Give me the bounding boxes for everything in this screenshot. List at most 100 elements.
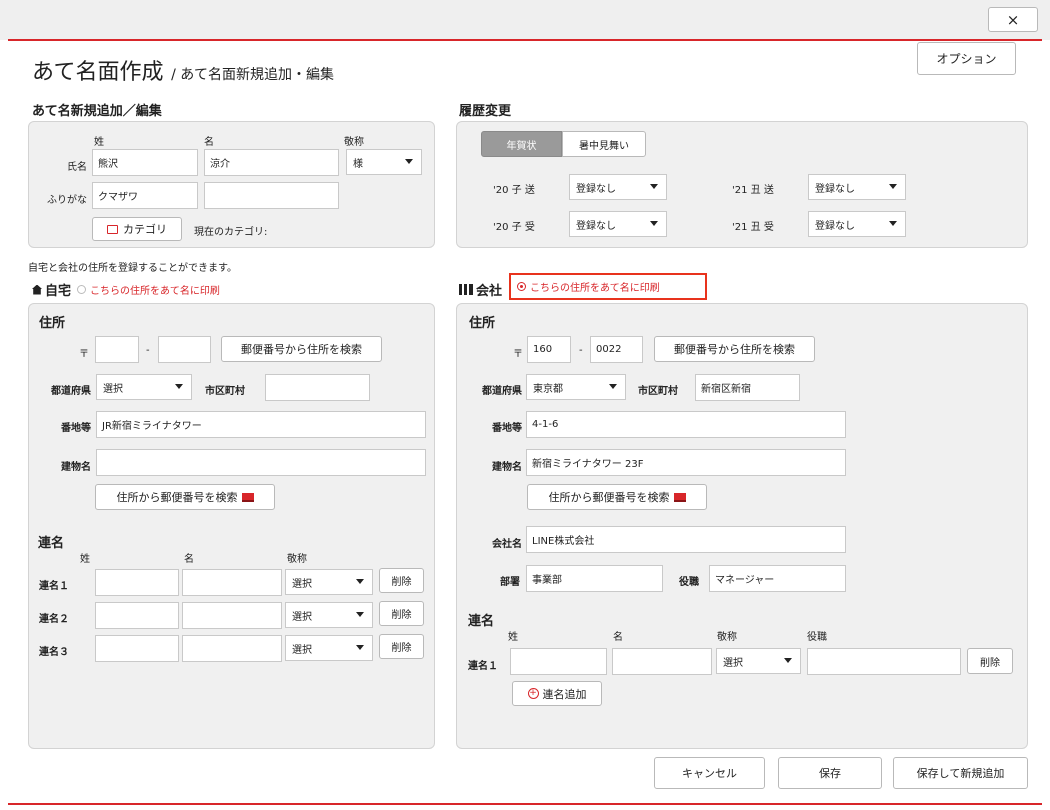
book-icon bbox=[673, 492, 686, 502]
home-joint3-honorific-select[interactable]: 選択 bbox=[285, 635, 373, 661]
postal-separator: - bbox=[579, 345, 583, 356]
company-joint1-honorific-select[interactable]: 選択 bbox=[716, 648, 801, 674]
save-button[interactable]: 保存 bbox=[778, 757, 882, 789]
home-title: 自宅 bbox=[45, 284, 72, 299]
home-icon bbox=[32, 284, 42, 295]
company-joint1-delete-button[interactable]: 削除 bbox=[967, 648, 1013, 674]
company-print-option[interactable]: こちらの住所をあて名に印刷 bbox=[509, 273, 707, 300]
home-building-label: 建物名 bbox=[61, 462, 91, 473]
company-role-input[interactable]: マネージャー bbox=[709, 565, 846, 592]
kana-first-input[interactable] bbox=[204, 182, 339, 209]
cancel-button[interactable]: キャンセル bbox=[654, 757, 765, 789]
company-joint1-role-input[interactable] bbox=[807, 648, 961, 675]
home-pref-label: 都道府県 bbox=[51, 386, 91, 397]
company-address-search-button[interactable]: 住所から郵便番号を検索 bbox=[527, 484, 707, 510]
history-value-21-sent: 登録なし bbox=[815, 183, 855, 195]
chevron-down-icon bbox=[889, 221, 897, 226]
company-name-label: 会社名 bbox=[492, 539, 522, 550]
chevron-down-icon bbox=[650, 221, 658, 226]
page-title: あて名面作成 bbox=[32, 60, 164, 85]
company-postal1-input[interactable]: 160 bbox=[527, 336, 571, 363]
home-joint3-first-input[interactable] bbox=[182, 635, 282, 662]
company-building-input[interactable]: 新宿ミライナタワー 23F bbox=[526, 449, 846, 476]
company-title: 会社 bbox=[476, 284, 503, 299]
home-joint1-first-input[interactable] bbox=[182, 569, 282, 596]
tab-nengajo[interactable]: 年賀状 bbox=[481, 131, 562, 157]
chevron-down-icon bbox=[405, 159, 413, 164]
company-address-search-label: 住所から郵便番号を検索 bbox=[548, 491, 670, 504]
home-joint3-delete-button[interactable]: 削除 bbox=[379, 634, 424, 659]
chevron-down-icon bbox=[784, 658, 792, 663]
company-joint1-last-input[interactable] bbox=[510, 648, 607, 675]
plus-circle-icon: + bbox=[527, 688, 539, 699]
book-icon bbox=[241, 492, 254, 502]
home-address-search-button[interactable]: 住所から郵便番号を検索 bbox=[95, 484, 275, 510]
history-value-20-received: 登録なし bbox=[576, 220, 616, 232]
kana-label: ふりがな bbox=[47, 195, 87, 206]
company-street-label: 番地等 bbox=[492, 423, 522, 434]
name-label: 氏名 bbox=[67, 162, 87, 173]
add-joint-label: 連名追加 bbox=[542, 687, 587, 701]
company-print-radio[interactable] bbox=[517, 282, 526, 291]
chevron-down-icon bbox=[356, 645, 364, 650]
home-postal2-input[interactable] bbox=[158, 336, 211, 363]
kana-last-input[interactable]: クマザワ bbox=[92, 182, 198, 209]
company-street-input[interactable]: 4-1-6 bbox=[526, 411, 846, 438]
options-button[interactable]: オプション bbox=[917, 42, 1016, 75]
home-joint2-last-input[interactable] bbox=[95, 602, 179, 629]
home-pref-select[interactable]: 選択 bbox=[96, 374, 192, 400]
company-postal-search-button[interactable]: 郵便番号から住所を検索 bbox=[654, 336, 815, 362]
home-street-input[interactable]: JR新宿ミライナタワー bbox=[96, 411, 426, 438]
company-joint-heading: 連名 bbox=[468, 614, 495, 629]
home-joint1-delete-button[interactable]: 削除 bbox=[379, 568, 424, 593]
home-joint2-first-input[interactable] bbox=[182, 602, 282, 629]
history-panel: 年賀状 暑中見舞い '20 子 送 登録なし '20 子 受 登録なし '21 … bbox=[456, 121, 1028, 248]
company-panel: 住所 〒 160 - 0022 郵便番号から住所を検索 都道府県 東京都 市区町… bbox=[456, 303, 1028, 749]
category-button[interactable]: カテゴリ bbox=[92, 217, 182, 241]
tab-shochu-mimai[interactable]: 暑中見舞い bbox=[562, 131, 646, 157]
home-joint1-last-input[interactable] bbox=[95, 569, 179, 596]
company-address-heading: 住所 bbox=[469, 316, 496, 331]
home-panel: 住所 〒 - 郵便番号から住所を検索 都道府県 選択 市区町村 番地等 JR新宿… bbox=[28, 303, 435, 749]
home-postal-search-button[interactable]: 郵便番号から住所を検索 bbox=[221, 336, 382, 362]
building-icon bbox=[459, 284, 473, 295]
last-name-input[interactable]: 熊沢 bbox=[92, 149, 198, 176]
history-select-20-sent[interactable]: 登録なし bbox=[569, 174, 667, 200]
home-joint2-delete-button[interactable]: 削除 bbox=[379, 601, 424, 626]
history-select-21-received[interactable]: 登録なし bbox=[808, 211, 906, 237]
home-joint3-honorific-value: 選択 bbox=[292, 644, 312, 656]
company-city-input[interactable]: 新宿区新宿 bbox=[695, 374, 800, 401]
home-joint-label-2: 連名２ bbox=[39, 614, 69, 625]
page-title-wrap: あて名面作成 / あて名面新規追加・編集 bbox=[32, 54, 334, 86]
home-print-label: こちらの住所をあて名に印刷 bbox=[90, 286, 220, 297]
address-note: 自宅と会社の住所を登録することができます。 bbox=[28, 263, 237, 274]
history-select-21-sent[interactable]: 登録なし bbox=[808, 174, 906, 200]
company-dept-input[interactable]: 事業部 bbox=[526, 565, 663, 592]
company-postal2-input[interactable]: 0022 bbox=[590, 336, 643, 363]
newedit-heading: あて名新規追加／編集 bbox=[32, 104, 162, 119]
home-joint2-honorific-select[interactable]: 選択 bbox=[285, 602, 373, 628]
home-joint-heading: 連名 bbox=[38, 536, 65, 551]
newedit-panel: 姓 名 敬称 氏名 熊沢 涼介 様 ふりがな クマザワ カテゴリ 現在のカテゴリ… bbox=[28, 121, 435, 248]
home-city-input[interactable] bbox=[265, 374, 370, 401]
save-and-new-button[interactable]: 保存して新規追加 bbox=[893, 757, 1028, 789]
home-postal1-input[interactable] bbox=[95, 336, 139, 363]
add-joint-button[interactable]: + 連名追加 bbox=[512, 681, 602, 706]
company-pref-value: 東京都 bbox=[533, 383, 563, 395]
home-building-input[interactable] bbox=[96, 449, 426, 476]
close-button[interactable]: × bbox=[988, 7, 1038, 32]
company-joint1-first-input[interactable] bbox=[612, 648, 712, 675]
postal-mark: 〒 bbox=[513, 349, 523, 360]
chevron-down-icon bbox=[356, 579, 364, 584]
home-city-label: 市区町村 bbox=[205, 386, 245, 397]
company-name-input[interactable]: LINE株式会社 bbox=[526, 526, 846, 553]
first-name-input[interactable]: 涼介 bbox=[204, 149, 339, 176]
company-pref-label: 都道府県 bbox=[482, 386, 522, 397]
history-select-20-received[interactable]: 登録なし bbox=[569, 211, 667, 237]
home-joint3-last-input[interactable] bbox=[95, 635, 179, 662]
company-pref-select[interactable]: 東京都 bbox=[526, 374, 626, 400]
home-print-radio[interactable] bbox=[77, 285, 87, 294]
company-joint-col-first: 名 bbox=[613, 632, 623, 643]
honorific-select[interactable]: 様 bbox=[346, 149, 422, 175]
home-joint1-honorific-select[interactable]: 選択 bbox=[285, 569, 373, 595]
